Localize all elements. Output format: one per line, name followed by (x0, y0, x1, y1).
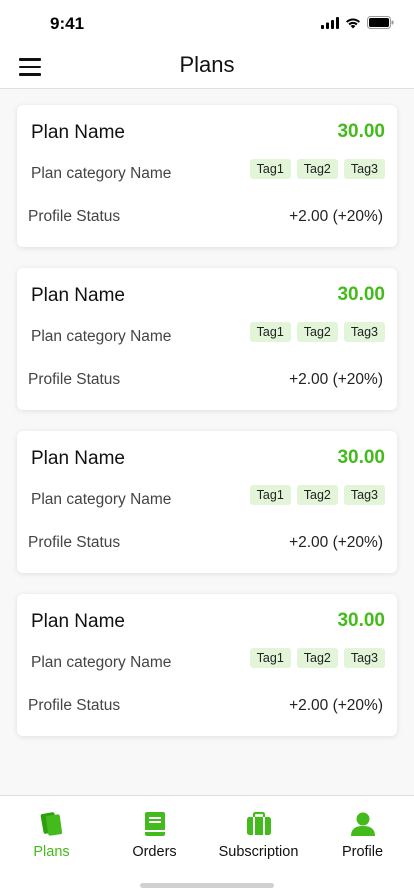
bottom-tab-bar: Plans Orders Subscription Profile (0, 795, 414, 896)
tag: Tag1 (249, 648, 291, 668)
tab-orders[interactable]: Orders (103, 796, 206, 866)
profile-status-value: +2.00 (+20%) (289, 371, 383, 388)
page-title: Plans (179, 52, 235, 77)
status-bar: 9:41 (0, 0, 414, 48)
tag: Tag3 (343, 485, 385, 505)
plan-name: Plan Name (31, 611, 125, 632)
plan-card[interactable]: Plan Name 30.00 Plan category Name Tag1 … (17, 268, 397, 410)
tab-label: Subscription (218, 844, 299, 860)
tab-plans[interactable]: Plans (0, 796, 103, 866)
profile-status-label: Profile Status (28, 697, 121, 714)
profile-status-value: +2.00 (+20%) (289, 208, 383, 225)
profile-status-value: +2.00 (+20%) (289, 697, 383, 714)
plan-list: Plan Name 30.00 Plan category Name Tag1 … (17, 105, 397, 757)
plan-card[interactable]: Plan Name 30.00 Plan category Name Tag1 … (17, 105, 397, 247)
plan-tags: Tag1 Tag2 Tag3 (249, 159, 385, 179)
plan-price: 30.00 (337, 610, 385, 631)
tag: Tag2 (296, 159, 338, 179)
plan-name: Plan Name (31, 285, 125, 306)
plan-card[interactable]: Plan Name 30.00 Plan category Name Tag1 … (17, 594, 397, 736)
plan-name: Plan Name (31, 448, 125, 469)
tab-label: Orders (132, 844, 177, 860)
status-icons (321, 16, 394, 29)
tag: Tag3 (343, 648, 385, 668)
person-icon (350, 812, 375, 836)
tab-profile[interactable]: Profile (311, 796, 414, 866)
tab-label: Plans (33, 844, 70, 860)
tag: Tag2 (296, 322, 338, 342)
tab-label: Profile (341, 844, 384, 860)
tag: Tag2 (296, 485, 338, 505)
book-icon (144, 812, 165, 836)
plan-category: Plan category Name (31, 328, 172, 345)
status-time: 9:41 (50, 14, 85, 33)
plan-price: 30.00 (337, 447, 385, 468)
plan-tags: Tag1 Tag2 Tag3 (249, 485, 385, 505)
plan-category: Plan category Name (31, 654, 172, 671)
plan-price: 30.00 (337, 284, 385, 305)
plan-name: Plan Name (31, 122, 125, 143)
tag: Tag2 (296, 648, 338, 668)
plan-card[interactable]: Plan Name 30.00 Plan category Name Tag1 … (17, 431, 397, 573)
cards-icon (40, 812, 62, 836)
app-header: Plans (0, 48, 414, 89)
plan-category: Plan category Name (31, 491, 172, 508)
tag: Tag3 (343, 159, 385, 179)
tag: Tag1 (249, 159, 291, 179)
plan-price: 30.00 (337, 121, 385, 142)
profile-status-label: Profile Status (28, 371, 121, 388)
briefcase-icon (246, 811, 271, 835)
battery-icon (367, 16, 394, 29)
plan-tags: Tag1 Tag2 Tag3 (249, 322, 385, 342)
tag: Tag3 (343, 322, 385, 342)
profile-status-label: Profile Status (28, 208, 121, 225)
signal-icon (321, 16, 339, 29)
profile-status-value: +2.00 (+20%) (289, 534, 383, 551)
tag: Tag1 (249, 485, 291, 505)
plan-category: Plan category Name (31, 165, 172, 182)
profile-status-label: Profile Status (28, 534, 121, 551)
wifi-icon (346, 18, 360, 28)
home-indicator (140, 883, 274, 888)
plan-tags: Tag1 Tag2 Tag3 (249, 648, 385, 668)
tag: Tag1 (249, 322, 291, 342)
tab-subscription[interactable]: Subscription (207, 796, 310, 866)
